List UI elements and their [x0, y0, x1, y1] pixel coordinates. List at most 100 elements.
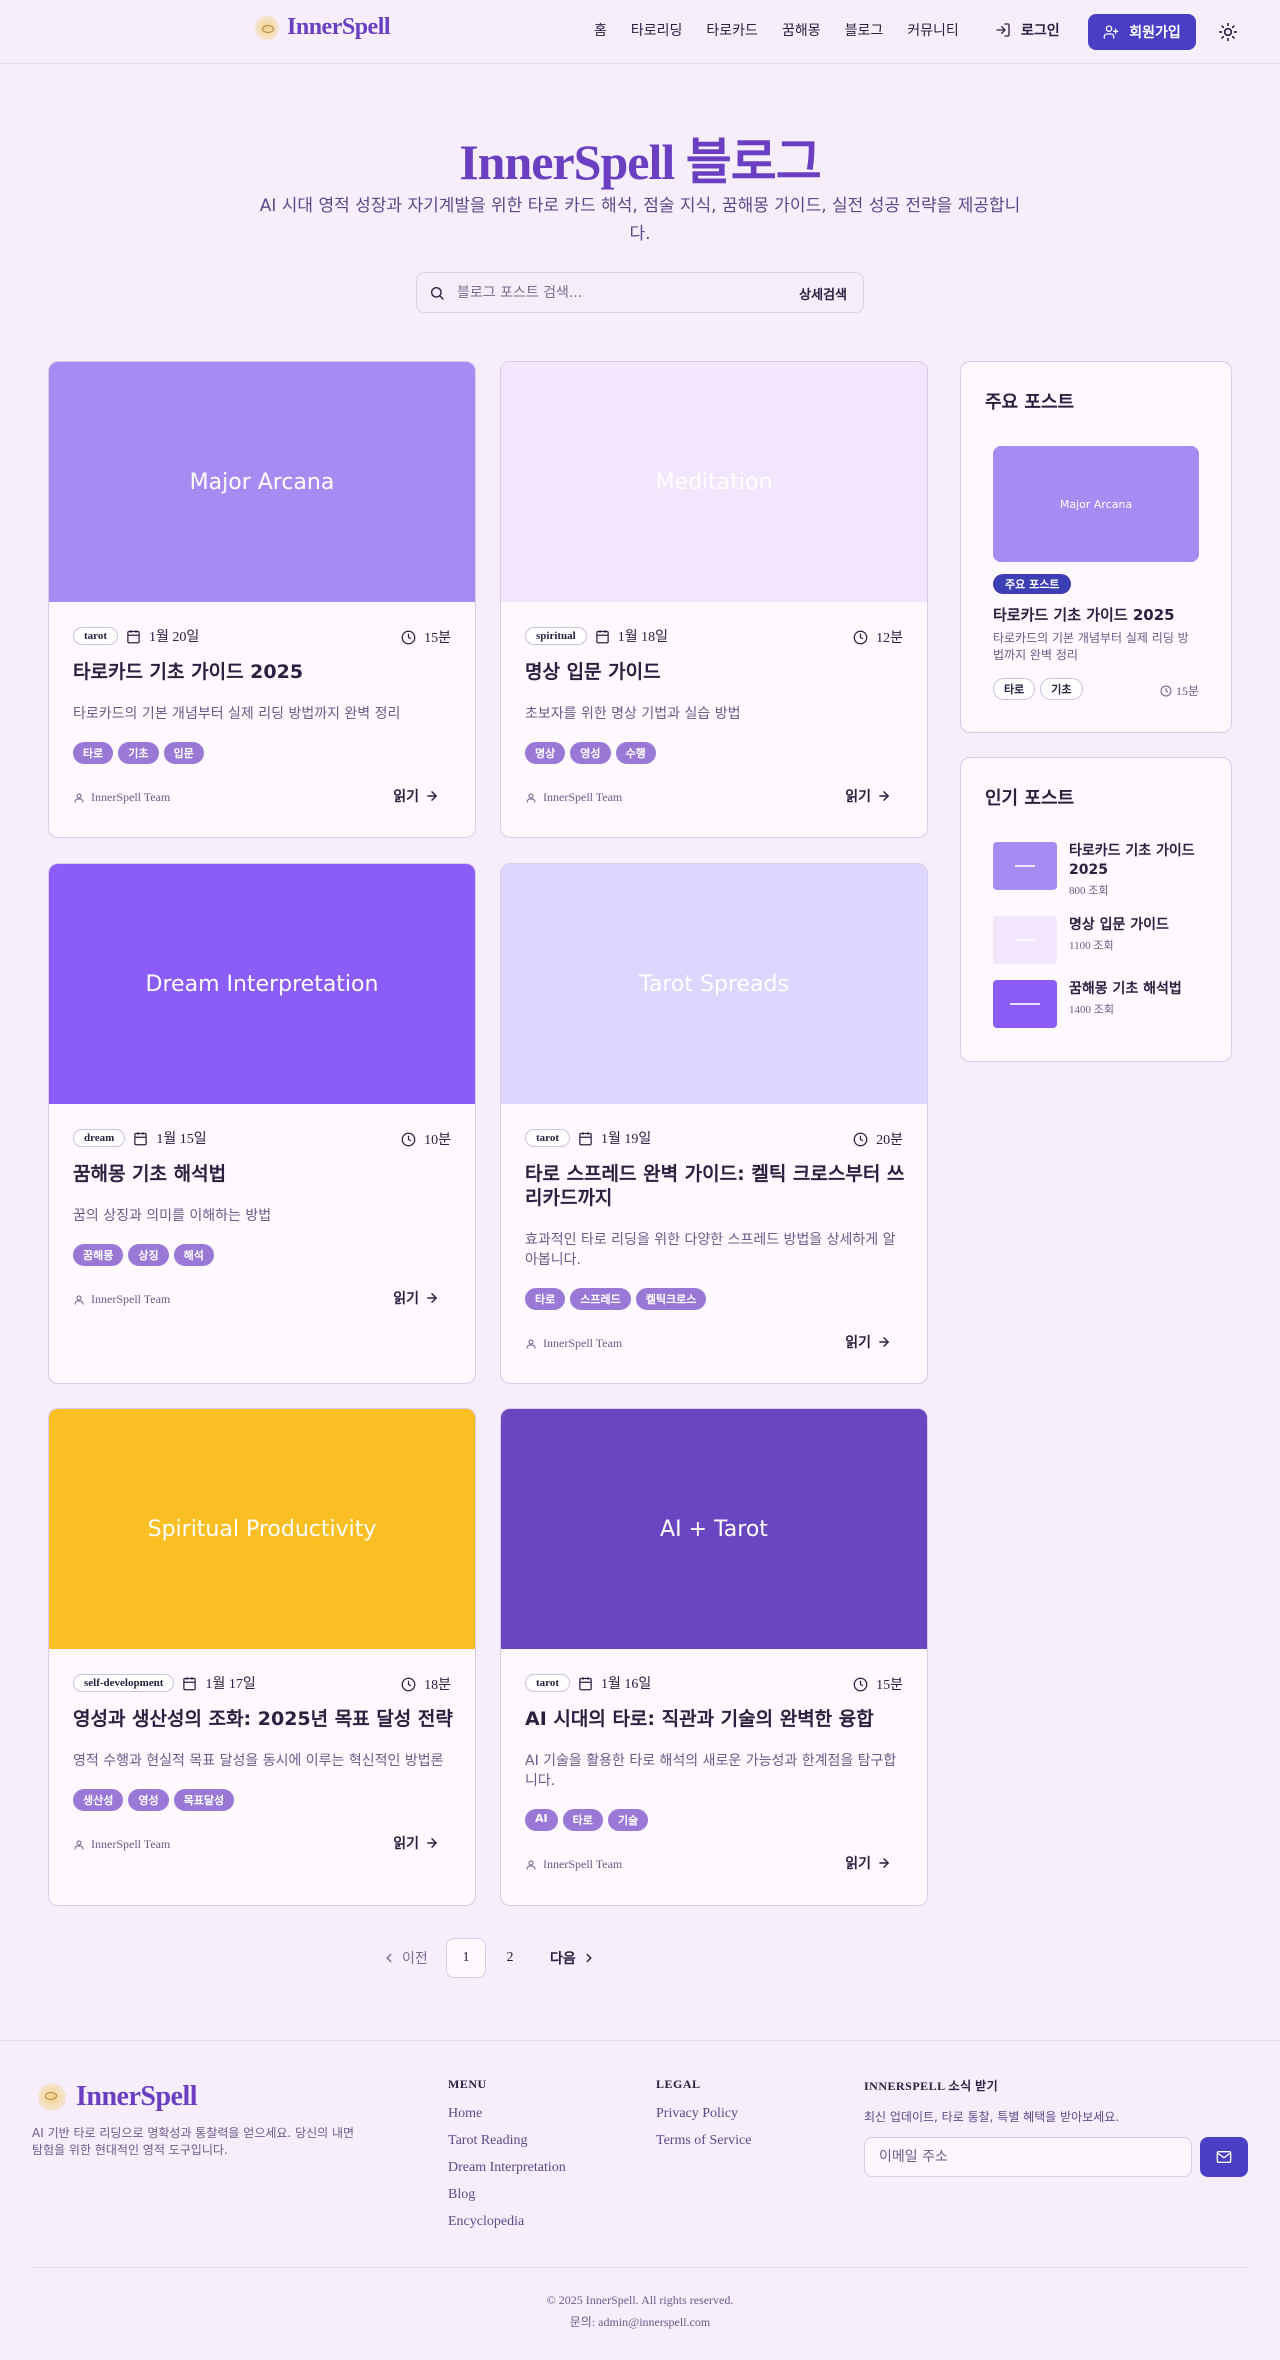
login-label: 로그인 — [1021, 23, 1060, 39]
category-badge: spiritual — [525, 627, 587, 645]
footer-description: AI 기반 타로 리딩으로 명확성과 통찰력을 얻으세요. 당신의 내면 탐험을… — [32, 2126, 355, 2157]
post-tag[interactable]: 켈틱크로스 — [635, 1288, 707, 1310]
footer-link-privacy[interactable]: Privacy Policy — [656, 2106, 751, 2122]
read-more-link[interactable]: 읽기 — [393, 1833, 439, 1853]
post-tag[interactable]: 영성 — [128, 1789, 169, 1811]
popular-thumbnail — [993, 980, 1057, 1028]
footer-link-encyclopedia[interactable]: Encyclopedia — [448, 2214, 566, 2230]
post-tag[interactable]: 타로 — [525, 1288, 566, 1310]
nav-dream[interactable]: 꿈해몽 — [782, 20, 821, 40]
featured-tag[interactable]: 타로 — [993, 678, 1036, 700]
clock-icon — [853, 1132, 868, 1146]
nav-home[interactable]: 홈 — [594, 20, 607, 40]
read-more-link[interactable]: 읽기 — [845, 1332, 891, 1352]
page-number[interactable]: 2 — [490, 1938, 530, 1978]
post-tag[interactable]: 해석 — [173, 1244, 214, 1266]
post-card[interactable]: Tarot Spreads tarot 1월 19일 20분 타로 스프레드 완… — [500, 863, 928, 1384]
prev-page-button[interactable]: 이전 — [382, 1948, 428, 1968]
post-title[interactable]: 명상 입문 가이드 — [525, 660, 905, 684]
popular-thumbnail — [993, 842, 1057, 890]
advanced-search-button[interactable]: 상세검색 — [799, 284, 847, 303]
read-more-link[interactable]: 읽기 — [393, 786, 439, 806]
footer-link-dream[interactable]: Dream Interpretation — [448, 2160, 566, 2176]
featured-image[interactable]: Major Arcana — [993, 446, 1199, 562]
newsletter-email-input[interactable] — [864, 2137, 1192, 2177]
read-more-link[interactable]: 읽기 — [393, 1288, 439, 1308]
post-title[interactable]: AI 시대의 타로: 직관과 기술의 완벽한 융합 — [525, 1707, 905, 1731]
post-title[interactable]: 타로 스프레드 완벽 가이드: 켈틱 크로스부터 쓰리카드까지 — [525, 1162, 905, 1210]
post-title[interactable]: 영성과 생산성의 조화: 2025년 목표 달성 전략 — [73, 1707, 453, 1731]
post-tag[interactable]: 기술 — [607, 1809, 649, 1831]
login-button[interactable]: 로그인 — [995, 20, 1060, 40]
post-tag[interactable]: 생산성 — [73, 1789, 124, 1811]
post-card[interactable]: Major Arcana tarot 1월 20일 15분 타로카드 기초 가이… — [48, 361, 476, 838]
nav-community[interactable]: 커뮤니티 — [907, 20, 959, 40]
featured-read-time: 15분 — [1175, 684, 1199, 698]
post-image-label: Dream Interpretation — [145, 971, 379, 997]
read-more-link[interactable]: 읽기 — [845, 1853, 891, 1873]
post-title[interactable]: 꿈해몽 기초 해석법 — [73, 1162, 453, 1186]
next-page-button[interactable]: 다음 — [550, 1948, 596, 1968]
user-icon — [526, 793, 536, 802]
search-input[interactable] — [457, 281, 777, 305]
post-title[interactable]: 타로카드 기초 가이드 2025 — [73, 660, 453, 684]
brand-name: InnerSpell — [287, 14, 391, 40]
popular-heading: 인기 포스트 — [985, 788, 1075, 809]
popular-item[interactable]: 꿈해몽 기초 해석법 1400 조회 — [993, 980, 1203, 1028]
popular-item[interactable]: 타로카드 기초 가이드 2025 800 조회 — [993, 842, 1203, 898]
post-tag[interactable]: 명상 — [525, 742, 566, 764]
post-image-label: Tarot Spreads — [639, 971, 789, 997]
post-desc: 초보자를 위한 명상 기법과 실습 방법 — [525, 706, 741, 722]
nav-tarot-reading[interactable]: 타로리딩 — [631, 20, 683, 40]
popular-title: 타로카드 기초 가이드 2025 — [1069, 843, 1195, 878]
contact-email[interactable]: 문의: admin@innerspell.com — [0, 2313, 1280, 2330]
post-tag[interactable]: 목표달성 — [173, 1789, 235, 1811]
footer-link-home[interactable]: Home — [448, 2106, 566, 2122]
footer-logo[interactable]: InnerSpell — [38, 2081, 198, 2113]
post-date: 1월 15일 — [156, 1132, 207, 1147]
post-card[interactable]: Dream Interpretation dream 1월 15일 10분 꿈해… — [48, 863, 476, 1384]
signup-label: 회원가입 — [1129, 25, 1181, 41]
post-desc: 효과적인 타로 리딩을 위한 다양한 스프레드 방법을 상세하게 알아봅니다. — [525, 1232, 896, 1268]
footer-link-blog[interactable]: Blog — [448, 2187, 566, 2203]
post-tag[interactable]: 기초 — [118, 742, 159, 764]
post-tag[interactable]: 꿈해몽 — [73, 1244, 124, 1266]
sun-icon[interactable] — [1218, 22, 1238, 42]
post-card[interactable]: Spiritual Productivity self-development … — [48, 1408, 476, 1906]
footer-menu-heading: MENU — [448, 2077, 487, 2091]
footer-link-tarot[interactable]: Tarot Reading — [448, 2133, 566, 2149]
signup-button[interactable]: 회원가입 — [1088, 14, 1196, 50]
read-time: 20분 — [876, 1133, 903, 1148]
clock-icon — [401, 1677, 416, 1691]
clock-icon — [401, 630, 416, 644]
post-desc: 꿈의 상징과 의미를 이해하는 방법 — [73, 1208, 272, 1224]
nav-tarot-cards[interactable]: 타로카드 — [706, 20, 758, 40]
featured-title[interactable]: 타로카드 기초 가이드 2025 — [993, 604, 1175, 625]
calendar-icon — [579, 1131, 592, 1145]
page-number-current[interactable]: 1 — [446, 1938, 486, 1978]
post-tag[interactable]: 타로 — [73, 742, 114, 764]
brand-logo[interactable]: InnerSpell — [255, 14, 391, 41]
post-card[interactable]: AI + Tarot tarot 1월 16일 15분 AI 시대의 타로: 직… — [500, 1408, 928, 1906]
footer-brand: InnerSpell — [76, 2081, 198, 2112]
site-footer: InnerSpell AI 기반 타로 리딩으로 명확성과 통찰력을 얻으세요.… — [0, 2040, 1280, 2360]
footer-link-terms[interactable]: Terms of Service — [656, 2133, 751, 2149]
post-tag[interactable]: 수행 — [615, 742, 656, 764]
newsletter-submit-button[interactable] — [1200, 2137, 1248, 2177]
read-time: 15분 — [424, 631, 451, 646]
mail-icon — [1216, 2151, 1232, 2163]
post-tag[interactable]: 입문 — [163, 742, 204, 764]
post-card[interactable]: Meditation spiritual 1월 18일 12분 명상 입문 가이… — [500, 361, 928, 838]
post-tag[interactable]: AI — [525, 1809, 558, 1831]
featured-tag[interactable]: 기초 — [1040, 678, 1083, 700]
post-tag[interactable]: 영성 — [570, 742, 611, 764]
post-tag[interactable]: 상징 — [128, 1244, 169, 1266]
post-tag[interactable]: 스프레드 — [570, 1288, 631, 1310]
read-more-link[interactable]: 읽기 — [845, 786, 891, 806]
user-icon — [74, 793, 84, 802]
pagination: 이전 1 2 다음 — [0, 1938, 1280, 1978]
post-tag[interactable]: 타로 — [562, 1809, 603, 1831]
popular-item[interactable]: 명상 입문 가이드 1100 조회 — [993, 916, 1203, 964]
page-title: InnerSpell 블로그 — [459, 134, 822, 190]
nav-blog[interactable]: 블로그 — [845, 20, 884, 40]
